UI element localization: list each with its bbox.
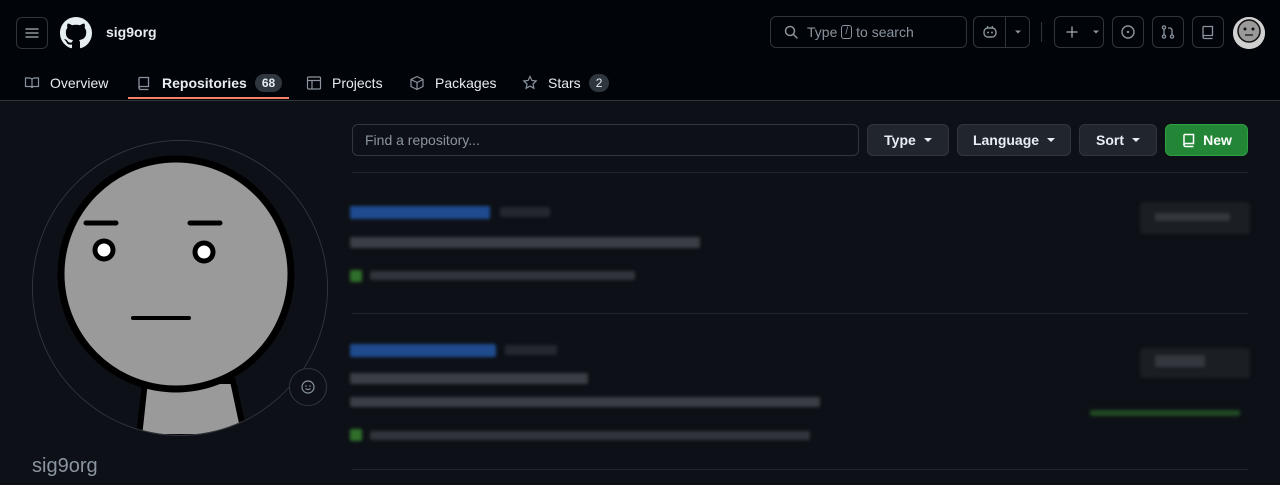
set-status-button[interactable] — [289, 368, 327, 406]
tab-label: Projects — [332, 74, 383, 91]
tab-repositories[interactable]: Repositories 68 — [136, 64, 283, 101]
language-color-dot — [350, 270, 362, 282]
repo-meta-redacted — [370, 271, 635, 280]
star-label-redacted — [1155, 355, 1205, 367]
global-search[interactable]: Type / to search — [770, 16, 967, 48]
caret-down-icon — [923, 138, 932, 142]
create-new-dropdown[interactable] — [1089, 17, 1103, 47]
repo-visibility-redacted — [505, 345, 557, 355]
language-filter-label: Language — [972, 132, 1040, 148]
repo-icon — [138, 76, 150, 90]
language-color-dot — [350, 429, 362, 441]
copilot-button[interactable] — [974, 17, 1005, 47]
repo-icon — [1202, 25, 1214, 40]
github-logo-icon[interactable] — [60, 17, 92, 49]
find-repository-placeholder: Find a repository... — [365, 132, 480, 148]
repo-description-redacted — [350, 373, 588, 384]
tab-overview[interactable]: Overview — [24, 64, 108, 101]
star-icon — [522, 74, 538, 89]
hamburger-icon — [25, 28, 39, 38]
book-icon — [24, 76, 40, 88]
smiley-icon — [301, 380, 315, 394]
type-filter-button[interactable]: Type — [867, 124, 949, 156]
repo-name-redacted[interactable] — [350, 206, 490, 219]
repositories-button[interactable] — [1192, 16, 1224, 48]
caret-down-icon — [1014, 30, 1021, 34]
create-new-button[interactable] — [1055, 17, 1089, 47]
git-pull-request-icon — [1161, 25, 1175, 39]
repo-name-redacted[interactable] — [350, 344, 496, 357]
menu-button[interactable] — [16, 17, 48, 49]
list-divider — [352, 469, 1248, 470]
plus-icon — [1066, 26, 1078, 38]
package-icon — [410, 75, 424, 90]
tab-label: Repositories — [162, 74, 247, 91]
copilot-dropdown[interactable] — [1006, 17, 1029, 47]
type-filter-label: Type — [884, 132, 916, 148]
repo-meta-redacted — [370, 431, 810, 440]
copilot-menu[interactable] — [973, 16, 1030, 48]
profile-avatar[interactable] — [32, 140, 328, 436]
caret-down-icon — [1047, 138, 1056, 142]
activity-graph-redacted — [1090, 410, 1240, 416]
sort-button[interactable]: Sort — [1079, 124, 1157, 156]
repositories-count: 68 — [254, 73, 283, 92]
sort-label: Sort — [1096, 132, 1124, 148]
owner-name[interactable]: sig9org — [106, 24, 157, 40]
search-prefix: Type — [807, 24, 838, 40]
top-bar: sig9org Type / to search — [0, 0, 1280, 64]
repo-icon — [1183, 133, 1195, 148]
repo-visibility-redacted — [500, 207, 550, 217]
repo-topics-redacted — [350, 397, 820, 407]
tab-packages[interactable]: Packages — [409, 64, 496, 101]
issue-opened-icon — [1121, 25, 1135, 39]
header-divider — [1041, 22, 1042, 42]
find-repository-input[interactable]: Find a repository... — [352, 124, 859, 156]
caret-down-icon — [1132, 138, 1140, 142]
pull-requests-button[interactable] — [1152, 16, 1184, 48]
active-tab-indicator — [128, 97, 289, 99]
language-filter-button[interactable]: Language — [957, 124, 1071, 156]
repo-description-redacted — [350, 237, 700, 248]
stars-count: 2 — [588, 73, 610, 92]
user-avatar[interactable] — [1233, 17, 1265, 49]
list-divider — [352, 172, 1248, 173]
search-icon — [784, 25, 798, 39]
copilot-icon — [983, 25, 997, 38]
new-repository-label: New — [1203, 132, 1232, 148]
star-label-redacted — [1155, 213, 1230, 221]
create-new-menu[interactable] — [1054, 16, 1104, 48]
table-icon — [306, 75, 322, 90]
profile-name: sig9org — [32, 455, 98, 477]
tab-stars[interactable]: Stars 2 — [522, 64, 610, 101]
app-header: sig9org Type / to search Overview Reposi… — [0, 0, 1280, 101]
new-repository-button[interactable]: New — [1165, 124, 1248, 156]
tab-label: Stars — [548, 74, 581, 91]
list-divider — [352, 313, 1248, 314]
tab-label: Packages — [435, 74, 497, 91]
tab-label: Overview — [50, 74, 109, 91]
profile-tabs: Overview Repositories 68 Projects Packag… — [0, 64, 1280, 101]
issues-button[interactable] — [1112, 16, 1144, 48]
caret-down-icon — [1093, 30, 1099, 34]
search-suffix: to search — [856, 24, 914, 40]
tab-projects[interactable]: Projects — [306, 64, 383, 101]
search-shortcut-key: / — [841, 25, 853, 39]
